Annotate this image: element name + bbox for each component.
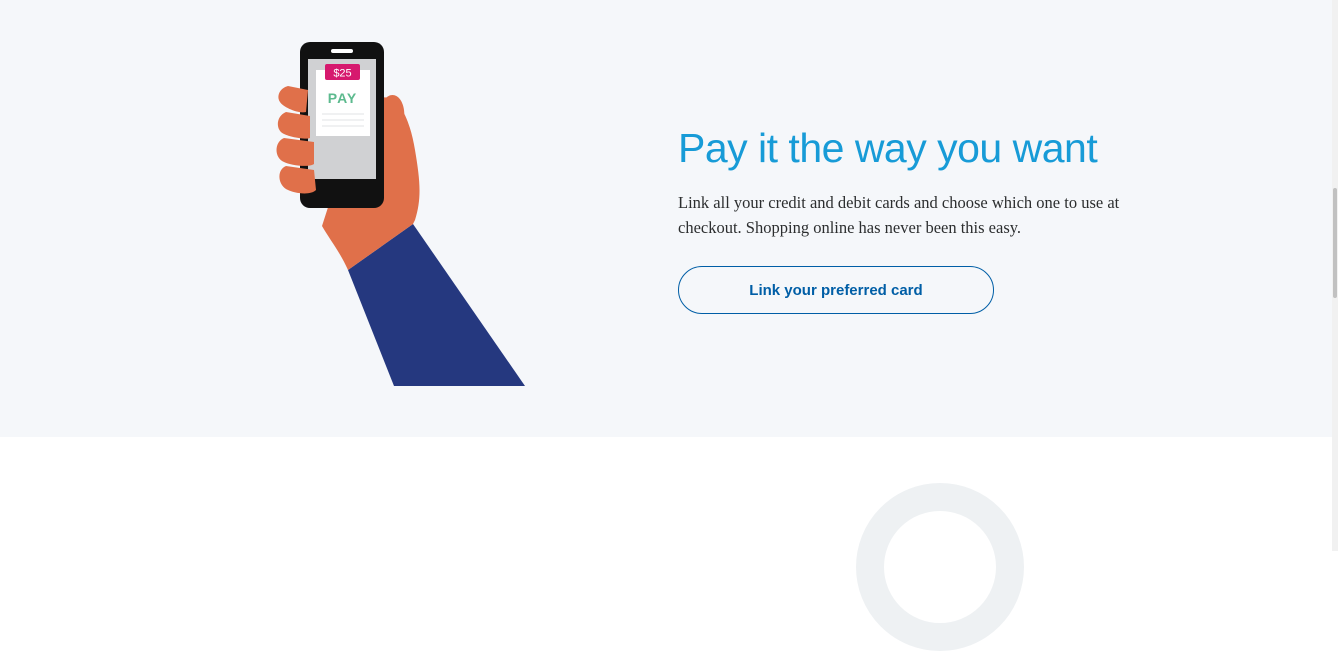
page-scrollbar[interactable] (1332, 0, 1338, 551)
hero-section: $25 PAY Pay it the way you want Link all… (0, 0, 1332, 437)
price-text: $25 (333, 68, 351, 80)
page-title: Pay it the way you want (678, 125, 1098, 171)
hand-holding-phone-illustration: $25 PAY (276, 42, 525, 386)
finger-3 (276, 138, 314, 166)
finger-2 (277, 112, 310, 139)
pay-text: PAY (328, 90, 357, 106)
phone-speaker (331, 49, 353, 53)
scrollbar-thumb[interactable] (1333, 188, 1337, 298)
ring-illustration (856, 483, 1024, 651)
hero-description: Link all your credit and debit cards and… (678, 193, 1120, 237)
link-card-button[interactable]: Link your preferred card (678, 266, 994, 314)
finger-top (278, 86, 308, 113)
lower-section (0, 437, 1332, 551)
finger-4 (279, 166, 316, 194)
hero-copy: Pay it the way you want Link all your cr… (678, 122, 1178, 314)
